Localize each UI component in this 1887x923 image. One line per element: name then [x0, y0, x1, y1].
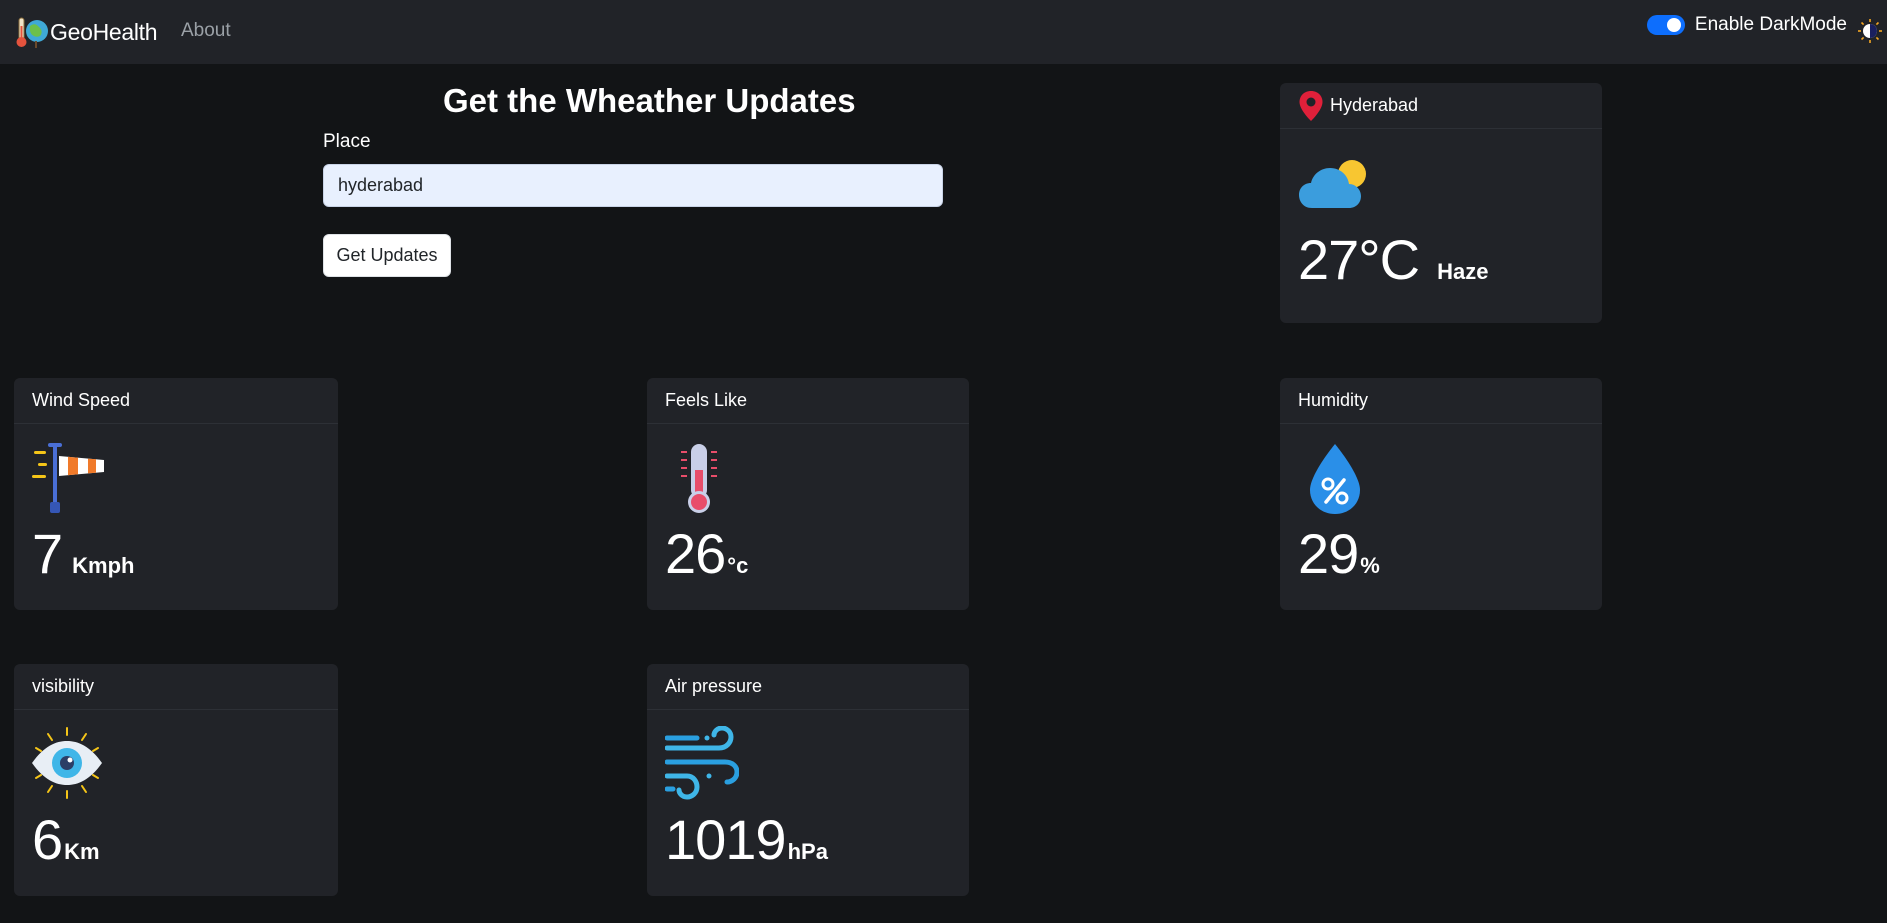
feels-like-header: Feels Like — [647, 378, 969, 424]
wind-speed-header: Wind Speed — [14, 378, 338, 424]
search-title: Get the Wheather Updates — [443, 82, 856, 119]
visibility-value: 6 — [32, 808, 63, 871]
current-place-name: Hyderabad — [1330, 95, 1419, 115]
current-weather-card: Hyderabad 27°C Haze — [1280, 83, 1602, 323]
current-value-row: 27°C Haze — [1298, 232, 1488, 288]
air-pressure-value: 1019 — [665, 808, 787, 871]
navbar: GeoHealth About Enable DarkMode — [0, 0, 1887, 64]
place-input[interactable] — [323, 164, 943, 207]
current-condition: Haze — [1437, 259, 1489, 284]
air-pressure-card: Air pressure 1019 hPa — [647, 664, 969, 896]
humidity-drop-icon — [1310, 444, 1360, 514]
humidity-value: 29 — [1298, 522, 1359, 585]
humidity-unit: % — [1360, 553, 1380, 578]
feels-like-unit: °c — [727, 553, 749, 578]
visibility-unit: Km — [64, 839, 100, 864]
darkmode-switch-group[interactable]: Enable DarkMode — [1646, 14, 1847, 36]
visibility-card: visibility 6 Km — [14, 664, 338, 896]
windsock-icon — [32, 443, 104, 513]
current-temperature: 27°C — [1298, 228, 1420, 291]
brand-link[interactable]: GeoHealth — [14, 14, 158, 50]
cloud-sun-icon — [1299, 160, 1366, 208]
geohealth-logo-icon — [16, 17, 48, 48]
get-updates-button[interactable]: Get Updates — [323, 234, 451, 277]
wind-lines-icon — [665, 726, 739, 800]
wind-speed-unit: Kmph — [72, 553, 135, 578]
place-label: Place — [323, 131, 371, 152]
air-pressure-unit: hPa — [787, 839, 828, 864]
thermometer-icon — [681, 444, 717, 513]
eye-icon — [32, 727, 102, 799]
air-pressure-header: Air pressure — [647, 664, 969, 710]
darkmode-toggle[interactable] — [1646, 15, 1685, 35]
current-weather-header: Hyderabad — [1280, 83, 1602, 129]
nav-about-link[interactable]: About — [181, 20, 231, 42]
theme-half-moon-icon[interactable] — [1857, 18, 1883, 44]
humidity-header: Humidity — [1280, 378, 1602, 424]
feels-like-value: 26 — [665, 522, 726, 585]
darkmode-label: Enable DarkMode — [1694, 14, 1847, 35]
feels-like-card: Feels Like 26 °c — [647, 378, 969, 610]
brand-name: GeoHealth — [50, 18, 158, 45]
humidity-card: Humidity 29 % — [1280, 378, 1602, 610]
location-pin-icon — [1299, 90, 1323, 121]
visibility-header: visibility — [14, 664, 338, 710]
wind-speed-card: Wind Speed 7 Kmph — [14, 378, 338, 610]
wind-speed-value: 7 — [32, 522, 63, 585]
